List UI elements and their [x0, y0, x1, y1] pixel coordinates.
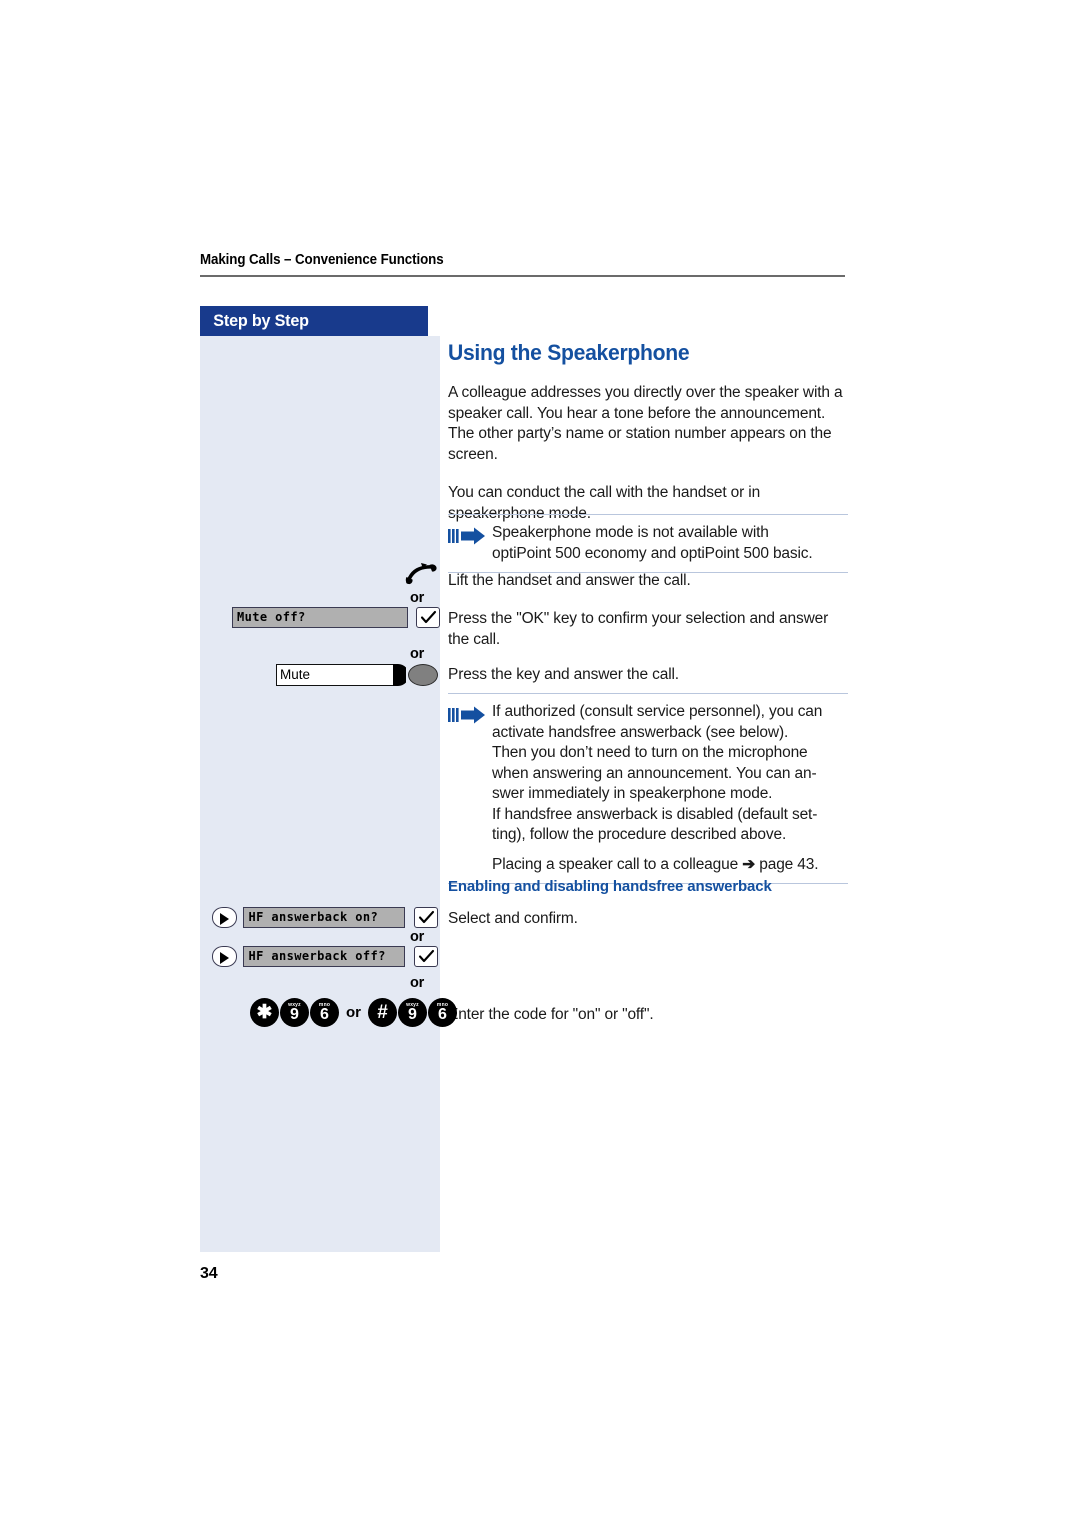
note-line: If handsfree answerback is disabled (def…: [492, 805, 818, 823]
page-number: 34: [200, 1265, 218, 1282]
digit-9-key[interactable]: wxyz 9: [398, 998, 427, 1027]
note-text: Speakerphone mode is not available with …: [492, 523, 848, 564]
mute-off-option-row[interactable]: Mute off?: [232, 607, 441, 628]
hf-answerback-on-row[interactable]: HF answerback on?: [212, 907, 438, 928]
note-line: when answering an announcement. You can …: [492, 764, 817, 782]
note-box-speakerphone-availability: Speakerphone mode is not available with …: [448, 514, 848, 573]
hf-answerback-off-row[interactable]: HF answerback off?: [212, 946, 438, 967]
lifted-handset-icon: [404, 563, 438, 590]
note-line: Then you don’t need to turn on the micro…: [492, 744, 808, 761]
step-select-confirm-text: Select and confirm.: [448, 910, 578, 927]
function-key-label-mute[interactable]: Mute: [276, 664, 394, 686]
step-by-step-header: Step by Step: [200, 306, 428, 336]
note-arrow-icon: [448, 523, 492, 550]
note-text: If authorized (consult service personnel…: [492, 702, 848, 875]
function-key-tip-icon: [393, 664, 409, 686]
star-key[interactable]: ✱: [250, 998, 279, 1027]
digit-9-glyph: 9: [408, 1005, 417, 1023]
manual-page: Making Calls – Convenience Functions Ste…: [0, 0, 1080, 1527]
note-line: ting), follow the procedure described ab…: [492, 826, 787, 843]
step-press-key-text: Press the key and answer the call.: [448, 666, 679, 683]
or-separator-1: or: [410, 590, 425, 606]
digit-6-glyph: 6: [320, 1005, 329, 1023]
note-line: swer immediately in speakerphone mode.: [492, 785, 773, 802]
digit-6-key[interactable]: mno 6: [310, 998, 339, 1027]
intro-paragraph-1: A colleague addresses you directly over …: [448, 384, 843, 463]
display-option-mute-off[interactable]: Mute off?: [232, 607, 408, 628]
checkmark-ok-key-icon[interactable]: [413, 946, 438, 967]
function-key-oval-icon[interactable]: [408, 664, 438, 686]
note-arrow-icon: [448, 702, 492, 729]
note-box-handsfree-answerback: If authorized (consult service personnel…: [448, 693, 848, 884]
note-line: activate handsfree answerback (see below…: [492, 723, 789, 741]
header-divider: [200, 275, 845, 277]
digit-9-key[interactable]: wxyz 9: [280, 998, 309, 1027]
checkmark-ok-key-icon[interactable]: [413, 907, 438, 928]
or-separator-2: or: [410, 646, 425, 662]
rocker-right-key-icon[interactable]: [212, 907, 237, 928]
cross-reference: Placing a speaker call to a colleague ➔ …: [492, 855, 848, 876]
step-lift-handset-text: Lift the handset and answer the call.: [448, 572, 691, 589]
hash-key-glyph: #: [377, 1001, 388, 1023]
or-separator-4: or: [410, 975, 425, 991]
cross-reference-arrow-icon: ➔: [742, 855, 756, 873]
hash-key[interactable]: #: [368, 998, 397, 1027]
running-head: Making Calls – Convenience Functions: [200, 252, 444, 268]
digit-6-glyph: 6: [438, 1005, 447, 1023]
checkmark-ok-key-icon[interactable]: [416, 607, 441, 628]
content-column: Using the Speakerphone A colleague addre…: [448, 340, 848, 524]
digit-9-glyph: 9: [290, 1005, 299, 1023]
step-press-ok-text: Press the "OK" key to confirm your selec…: [448, 610, 829, 648]
subsection-title: Enabling and disabling handsfree answerb…: [448, 878, 772, 895]
mute-function-key-row[interactable]: Mute: [276, 664, 438, 686]
star-key-glyph: ✱: [256, 1001, 273, 1023]
rocker-right-key-icon[interactable]: [212, 946, 237, 967]
keypad-or-separator: or: [346, 1004, 361, 1021]
note-line: Speakerphone mode is not available with: [492, 524, 769, 541]
cross-reference-target: page 43.: [759, 855, 819, 873]
or-separator-3: or: [410, 929, 425, 945]
step-by-step-panel: [200, 336, 440, 1252]
display-option-hf-on[interactable]: HF answerback on?: [243, 907, 406, 928]
keypad-code-row[interactable]: ✱ wxyz 9 mno 6 or # wxyz 9 mno 6: [250, 998, 457, 1027]
cross-reference-text: Placing a speaker call to a colleague: [492, 855, 739, 873]
page-title: Using the Speakerphone: [448, 340, 690, 365]
note-line: optiPoint 500 economy and optiPoint 500 …: [492, 544, 813, 562]
digit-6-key[interactable]: mno 6: [428, 998, 457, 1027]
note-line: If authorized (consult service personnel…: [492, 703, 823, 720]
display-option-hf-off[interactable]: HF answerback off?: [243, 946, 406, 967]
step-enter-code-text: Enter the code for "on" or "off".: [448, 1006, 654, 1023]
